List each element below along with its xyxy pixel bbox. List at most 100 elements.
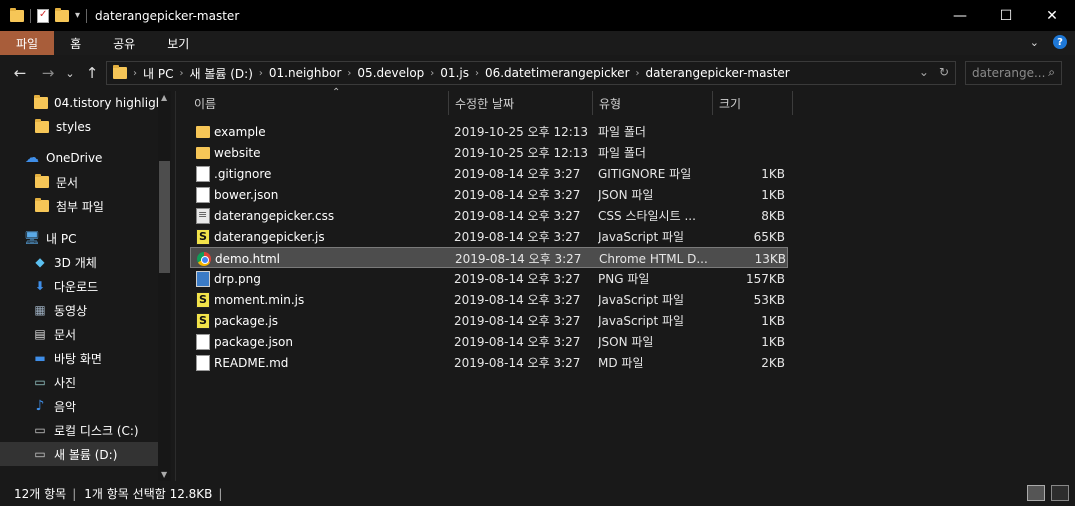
file-size bbox=[710, 142, 785, 163]
forward-button[interactable]: → bbox=[34, 64, 62, 82]
breadcrumb-item[interactable]: 05.develop bbox=[351, 66, 430, 80]
customize-toolbar-icon[interactable]: ▾ bbox=[75, 10, 80, 21]
file-name: daterangepicker.css bbox=[214, 208, 335, 223]
scrollbar-thumb[interactable] bbox=[159, 161, 170, 273]
sidebar-item-desktop[interactable]: ▬ 바탕 화면 bbox=[0, 346, 158, 370]
sidebar-item-onedrive[interactable]: ☁ OneDrive bbox=[0, 146, 158, 170]
folder-file-icon bbox=[196, 147, 210, 159]
tab-share[interactable]: 공유 bbox=[97, 31, 151, 55]
recent-locations-button[interactable]: ⌄ bbox=[62, 67, 78, 80]
sidebar-item-volume-d[interactable]: ▭ 새 볼륨 (D:) bbox=[0, 442, 158, 466]
sidebar-scrollbar[interactable]: ▲ ▼ bbox=[158, 91, 171, 481]
file-name-cell[interactable]: website bbox=[196, 142, 446, 163]
file-name-cell[interactable]: example bbox=[196, 121, 446, 142]
new-folder-icon[interactable] bbox=[55, 7, 69, 22]
table-row[interactable]: website 2019-10-25 오후 12:13 파일 폴더 bbox=[190, 142, 788, 163]
tab-view[interactable]: 보기 bbox=[151, 31, 205, 55]
file-type: JavaScript 파일 bbox=[598, 293, 685, 307]
column-header-type[interactable]: 유형 bbox=[599, 91, 709, 115]
table-row[interactable]: drp.png 2019-08-14 오후 3:27 PNG 파일 157KB bbox=[190, 268, 788, 289]
breadcrumb-item[interactable]: 01.js bbox=[434, 66, 475, 80]
scroll-down-icon[interactable]: ▼ bbox=[161, 470, 167, 479]
sidebar-item-music[interactable]: ♪ 음악 bbox=[0, 394, 158, 418]
file-name-cell[interactable]: demo.html bbox=[197, 248, 447, 269]
refresh-icon[interactable]: ↻ bbox=[939, 65, 949, 79]
sidebar-item-attachments[interactable]: 첨부 파일 bbox=[0, 194, 158, 218]
sidebar-item-local-disk-c[interactable]: ▭ 로컬 디스크 (C:) bbox=[0, 418, 158, 442]
properties-icon[interactable] bbox=[37, 8, 49, 23]
sidebar-item-this-pc[interactable]: 🖥 내 PC bbox=[0, 226, 158, 250]
table-row[interactable]: bower.json 2019-08-14 오후 3:27 JSON 파일 1KB bbox=[190, 184, 788, 205]
file-name-cell[interactable]: bower.json bbox=[196, 184, 446, 205]
column-header-date[interactable]: 수정한 날짜 bbox=[455, 91, 595, 115]
table-row[interactable]: package.json 2019-08-14 오후 3:27 JSON 파일 1KB bbox=[190, 331, 788, 352]
file-name-cell[interactable]: daterangepicker.css bbox=[196, 205, 446, 226]
address-bar[interactable]: › 내 PC › 새 볼륨 (D:) › 01.neighbor › 05.de… bbox=[106, 61, 956, 85]
selection-info: 1개 항목 선택함 12.8KB bbox=[84, 487, 213, 501]
column-divider[interactable] bbox=[592, 91, 593, 115]
music-icon: ♪ bbox=[35, 398, 45, 414]
tab-home[interactable]: 홈 bbox=[54, 31, 97, 55]
file-name-cell[interactable]: .gitignore bbox=[196, 163, 446, 184]
sidebar-item-videos[interactable]: ▦ 동영상 bbox=[0, 298, 158, 322]
column-header-size[interactable]: 크기 bbox=[719, 91, 789, 115]
sidebar-item-documents[interactable]: ▤ 문서 bbox=[0, 322, 158, 346]
table-row[interactable]: .gitignore 2019-08-14 오후 3:27 GITIGNORE 파일… bbox=[190, 163, 788, 184]
table-row[interactable]: package.js 2019-08-14 오후 3:27 JavaScript 파… bbox=[190, 310, 788, 331]
table-row[interactable]: README.md 2019-08-14 오후 3:27 MD 파일 2KB bbox=[190, 352, 788, 373]
file-size: 1KB bbox=[761, 166, 785, 181]
sidebar-item-label: 로컬 디스크 (C:) bbox=[54, 423, 139, 438]
breadcrumb-item[interactable]: 새 볼륨 (D:) bbox=[183, 65, 258, 82]
minimize-button[interactable]: — bbox=[937, 0, 983, 31]
column-divider[interactable] bbox=[712, 91, 713, 115]
sort-ascending-icon: ⌃ bbox=[332, 87, 341, 98]
tab-file[interactable]: 파일 bbox=[0, 31, 55, 55]
sidebar-item-label: 3D 개체 bbox=[54, 255, 97, 270]
close-button[interactable]: ✕ bbox=[1029, 0, 1075, 31]
file-name-cell[interactable]: README.md bbox=[196, 352, 446, 373]
cube-icon: ◆ bbox=[35, 255, 45, 269]
back-button[interactable]: ← bbox=[6, 64, 34, 82]
file-date: 2019-08-14 오후 3:27 bbox=[454, 314, 581, 328]
file-name-cell[interactable]: moment.min.js bbox=[196, 289, 446, 310]
address-dropdown-icon[interactable]: ⌄ bbox=[919, 65, 929, 79]
column-divider[interactable] bbox=[448, 91, 449, 115]
maximize-button[interactable]: ☐ bbox=[983, 0, 1029, 31]
sidebar-item-pictures[interactable]: ▭ 사진 bbox=[0, 370, 158, 394]
sidebar-item-styles[interactable]: styles bbox=[0, 115, 158, 139]
table-row[interactable]: moment.min.js 2019-08-14 오후 3:27 JavaScrip… bbox=[190, 289, 788, 310]
table-row[interactable]: daterangepicker.css 2019-08-14 오후 3:27 CSS… bbox=[190, 205, 788, 226]
file-name-cell[interactable]: drp.png bbox=[196, 268, 446, 289]
file-name: moment.min.js bbox=[214, 292, 305, 307]
search-input[interactable]: daterange... ⌕ bbox=[965, 61, 1062, 85]
file-type: JavaScript 파일 bbox=[598, 314, 685, 328]
large-icons-view-icon[interactable] bbox=[1051, 485, 1069, 501]
breadcrumb-item[interactable]: 내 PC bbox=[137, 65, 179, 82]
expand-ribbon-icon[interactable]: ⌄ bbox=[1030, 36, 1039, 49]
file-date: 2019-08-14 오후 3:27 bbox=[454, 293, 581, 307]
sidebar-item-3d-objects[interactable]: ◆ 3D 개체 bbox=[0, 250, 158, 274]
download-icon: ⬇ bbox=[34, 279, 46, 293]
folder-icon bbox=[113, 65, 127, 79]
up-button[interactable]: ↑ bbox=[78, 64, 106, 82]
sidebar-item-label: 바탕 화면 bbox=[54, 351, 102, 366]
table-row[interactable]: demo.html 2019-08-14 오후 3:27 Chrome HTML D… bbox=[190, 247, 788, 268]
table-row[interactable]: daterangepicker.js 2019-08-14 오후 3:27 Java… bbox=[190, 226, 788, 247]
sidebar-item-downloads[interactable]: ⬇ 다운로드 bbox=[0, 274, 158, 298]
sidebar-item-onedrive-documents[interactable]: 문서 bbox=[0, 170, 158, 194]
details-view-icon[interactable] bbox=[1027, 485, 1045, 501]
address-bar-controls: ⌄ ↻ bbox=[919, 65, 949, 79]
table-row[interactable]: example 2019-10-25 오후 12:13 파일 폴더 bbox=[190, 121, 788, 142]
column-divider[interactable] bbox=[792, 91, 793, 115]
file-name-cell[interactable]: daterangepicker.js bbox=[196, 226, 446, 247]
scroll-up-icon[interactable]: ▲ bbox=[161, 93, 167, 102]
breadcrumb-item[interactable]: daterangepicker-master bbox=[640, 66, 796, 80]
search-icon[interactable]: ⌕ bbox=[1048, 65, 1055, 80]
breadcrumb-item[interactable]: 01.neighbor bbox=[263, 66, 348, 80]
column-header-name[interactable]: 이름 ⌃ bbox=[194, 87, 449, 115]
sidebar-item-tistory-highlight[interactable]: 04.tistory highlight bbox=[0, 91, 168, 115]
file-name-cell[interactable]: package.json bbox=[196, 331, 446, 352]
help-icon[interactable]: ? bbox=[1053, 35, 1067, 49]
breadcrumb-item[interactable]: 06.datetimerangepicker bbox=[479, 66, 636, 80]
file-name-cell[interactable]: package.js bbox=[196, 310, 446, 331]
